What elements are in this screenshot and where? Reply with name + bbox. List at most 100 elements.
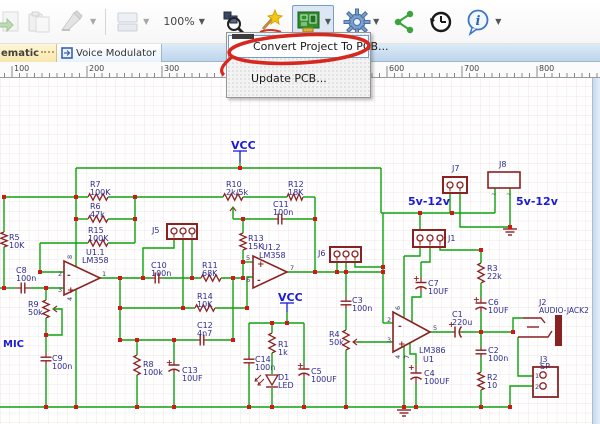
svg-text:100k: 100k bbox=[143, 368, 163, 377]
net-label-5v-12v[interactable]: 5v-12v bbox=[516, 195, 559, 208]
info-button[interactable]: i ▼ bbox=[462, 5, 504, 39]
svg-text:+: + bbox=[67, 286, 75, 296]
import-button[interactable] bbox=[0, 5, 23, 39]
svg-text:+: + bbox=[166, 358, 173, 367]
svg-text:68K: 68K bbox=[202, 269, 218, 278]
chevron-down-icon: ▼ bbox=[90, 17, 97, 26]
svg-text:4: 4 bbox=[66, 297, 74, 301]
schematic-canvas-area[interactable]: R7 100K R6 47k R15 100K R12 18K R11 68K R14 10K R5 10… bbox=[0, 78, 600, 424]
svg-text:220u: 220u bbox=[452, 318, 472, 327]
svg-text:100K: 100K bbox=[88, 234, 109, 243]
net-label-5v-12v[interactable]: 5v-12v bbox=[408, 195, 451, 208]
svg-text:5: 5 bbox=[246, 254, 250, 262]
svg-text:22k: 22k bbox=[487, 272, 502, 281]
svg-text:~: ~ bbox=[491, 190, 496, 198]
svg-text:LM358: LM358 bbox=[259, 251, 286, 260]
paste-button[interactable] bbox=[23, 5, 55, 39]
svg-text:10K: 10K bbox=[197, 300, 213, 309]
svg-text:800: 800 bbox=[539, 64, 554, 73]
toolbar-separator bbox=[105, 8, 107, 35]
paste-icon bbox=[28, 11, 50, 32]
svg-text:600: 600 bbox=[389, 64, 404, 73]
svg-text:J8: J8 bbox=[498, 160, 506, 169]
component-R2[interactable]: R210 bbox=[476, 371, 498, 391]
svg-text:5v-12v: 5v-12v bbox=[408, 195, 451, 208]
delete-button[interactable]: ▼ bbox=[55, 5, 99, 39]
svg-text:LM386: LM386 bbox=[419, 346, 446, 355]
svg-text:J6: J6 bbox=[317, 249, 325, 258]
svg-text:~: ~ bbox=[506, 190, 511, 198]
svg-text:10UF: 10UF bbox=[182, 374, 203, 383]
zoom-level-button[interactable]: 100% ▼ bbox=[158, 5, 208, 39]
svg-text:+: + bbox=[297, 361, 304, 370]
zoom-level-value: 100% bbox=[163, 15, 195, 28]
component-R14[interactable]: R1410K bbox=[194, 292, 216, 313]
svg-text:7: 7 bbox=[403, 355, 411, 359]
net-label-VCC[interactable]: VCC bbox=[278, 291, 303, 304]
svg-text:100n: 100n bbox=[273, 208, 293, 217]
svg-text:18K: 18K bbox=[288, 188, 304, 197]
svg-text:200: 200 bbox=[89, 64, 104, 73]
svg-text:50k: 50k bbox=[329, 338, 344, 347]
svg-text:100n: 100n bbox=[352, 304, 372, 313]
menu-item-1[interactable]: Update PCB... bbox=[227, 68, 370, 89]
svg-text:10UF: 10UF bbox=[428, 287, 449, 296]
svg-text:6: 6 bbox=[394, 306, 402, 310]
vertical-scrollbar[interactable] bbox=[592, 78, 600, 424]
svg-text:+: + bbox=[473, 295, 480, 304]
svg-text:3: 3 bbox=[58, 286, 62, 294]
svg-text:1: 1 bbox=[102, 270, 106, 278]
svg-text:100n: 100n bbox=[151, 269, 171, 278]
svg-text:100: 100 bbox=[14, 64, 29, 73]
application-window: ▼ ▼ 100% ▼ ▼ ▼ i ▼ ematic Voice Modulato… bbox=[0, 0, 600, 424]
history-button[interactable] bbox=[424, 5, 458, 39]
svg-text:J5: J5 bbox=[151, 226, 159, 235]
schematic-sheet-icon bbox=[61, 47, 73, 59]
net-label-MIC[interactable]: MIC bbox=[3, 339, 24, 350]
layers-icon bbox=[117, 12, 138, 31]
svg-text:50k: 50k bbox=[28, 308, 43, 317]
svg-text:700: 700 bbox=[464, 64, 479, 73]
svg-text:i: i bbox=[476, 14, 481, 29]
history-clock-icon bbox=[430, 11, 452, 32]
svg-text:-: - bbox=[257, 276, 261, 286]
layers-button[interactable]: ▼ bbox=[112, 5, 152, 39]
svg-text:2k/5k: 2k/5k bbox=[226, 188, 249, 197]
delete-icon bbox=[61, 9, 83, 31]
svg-text:2: 2 bbox=[535, 383, 539, 391]
tab-schematic[interactable]: ematic bbox=[0, 44, 57, 62]
svg-text:+: + bbox=[408, 363, 415, 372]
chevron-down-icon: ▼ bbox=[198, 17, 205, 26]
svg-text:4: 4 bbox=[394, 355, 402, 359]
schematic-canvas[interactable]: R7100KR647kR15100KR1218KR1168KR1410KR510… bbox=[0, 78, 600, 424]
svg-text:VCC: VCC bbox=[278, 291, 303, 304]
svg-text:MIC: MIC bbox=[3, 339, 24, 350]
svg-text:1: 1 bbox=[535, 372, 539, 380]
svg-text:J1: J1 bbox=[447, 234, 455, 243]
svg-text:8: 8 bbox=[66, 255, 74, 259]
svg-text:3: 3 bbox=[387, 336, 391, 344]
info-icon: i bbox=[467, 9, 489, 36]
pcb-dropdown-menu: Convert Project To PCB... Update PCB... bbox=[226, 32, 389, 98]
svg-text:+: + bbox=[398, 340, 406, 350]
svg-text:SP: SP bbox=[540, 362, 550, 371]
tab-voice-modulator[interactable]: Voice Modulator bbox=[57, 44, 162, 62]
pressed-button-shadow bbox=[232, 34, 254, 39]
svg-text:5: 5 bbox=[433, 324, 437, 332]
svg-text:10UF: 10UF bbox=[488, 306, 509, 315]
chevron-down-icon: ▼ bbox=[324, 17, 332, 26]
share-button[interactable] bbox=[388, 5, 420, 39]
svg-text:6: 6 bbox=[246, 276, 250, 284]
tab-voice-modulator-label: Voice Modulator bbox=[76, 47, 157, 59]
svg-text:AUDIO-JACK2: AUDIO-JACK2 bbox=[539, 306, 589, 315]
svg-text:-: - bbox=[67, 271, 71, 281]
svg-text:VCC: VCC bbox=[231, 139, 256, 152]
net-label-VCC[interactable]: VCC bbox=[231, 139, 256, 152]
share-icon bbox=[395, 10, 414, 33]
svg-text:10K: 10K bbox=[9, 241, 25, 250]
chevron-down-icon: ▼ bbox=[373, 17, 380, 26]
svg-text:U1: U1 bbox=[423, 355, 434, 364]
svg-text:100n: 100n bbox=[52, 362, 72, 371]
svg-text:4n7: 4n7 bbox=[197, 329, 212, 338]
svg-text:100K: 100K bbox=[90, 188, 111, 197]
